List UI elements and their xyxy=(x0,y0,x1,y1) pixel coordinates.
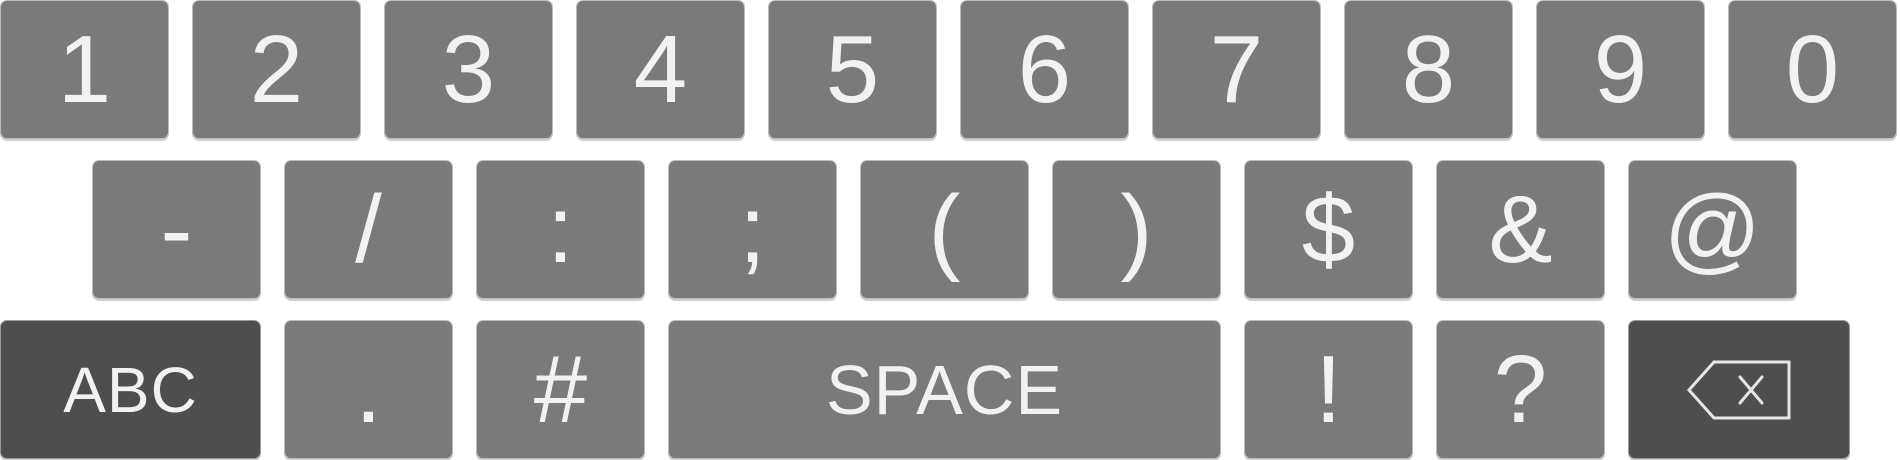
key-period[interactable]: . xyxy=(284,320,453,459)
key-label: 1 xyxy=(57,15,112,123)
key-label: / xyxy=(355,175,382,283)
key-label: 4 xyxy=(633,15,688,123)
key-label: . xyxy=(355,335,382,443)
key-label: 7 xyxy=(1209,15,1264,123)
key-6[interactable]: 6 xyxy=(960,0,1129,139)
space-bar[interactable]: SPACE xyxy=(668,320,1221,459)
key-label: 8 xyxy=(1401,15,1456,123)
key-right-paren[interactable]: ) xyxy=(1052,160,1221,299)
key-label: : xyxy=(547,175,574,283)
key-hyphen[interactable]: - xyxy=(92,160,261,299)
backspace-icon xyxy=(1686,360,1791,419)
key-8[interactable]: 8 xyxy=(1344,0,1513,139)
key-2[interactable]: 2 xyxy=(192,0,361,139)
key-label: $ xyxy=(1301,175,1356,283)
key-ampersand[interactable]: & xyxy=(1436,160,1605,299)
key-label: 6 xyxy=(1017,15,1072,123)
backspace-button[interactable] xyxy=(1628,320,1850,459)
key-7[interactable]: 7 xyxy=(1152,0,1321,139)
key-left-paren[interactable]: ( xyxy=(860,160,1029,299)
key-slash[interactable]: / xyxy=(284,160,453,299)
key-5[interactable]: 5 xyxy=(768,0,937,139)
key-label: & xyxy=(1488,175,1553,283)
key-label: ) xyxy=(1120,175,1153,283)
key-dollar[interactable]: $ xyxy=(1244,160,1413,299)
key-label: 9 xyxy=(1593,15,1648,123)
key-label: ; xyxy=(739,175,766,283)
key-0[interactable]: 0 xyxy=(1728,0,1897,139)
key-label: ( xyxy=(928,175,961,283)
key-label: ! xyxy=(1315,335,1342,443)
key-label: ? xyxy=(1493,335,1548,443)
key-at[interactable]: @ xyxy=(1628,160,1797,299)
key-1[interactable]: 1 xyxy=(0,0,169,139)
key-label: 5 xyxy=(825,15,880,123)
key-hash[interactable]: # xyxy=(476,320,645,459)
key-colon[interactable]: : xyxy=(476,160,645,299)
key-label: - xyxy=(160,175,193,283)
key-9[interactable]: 9 xyxy=(1536,0,1705,139)
key-3[interactable]: 3 xyxy=(384,0,553,139)
key-label: 0 xyxy=(1785,15,1840,123)
key-label: 3 xyxy=(441,15,496,123)
abc-button[interactable]: ABC xyxy=(0,320,261,459)
key-semicolon[interactable]: ; xyxy=(668,160,837,299)
key-label: 2 xyxy=(249,15,304,123)
abc-label: ABC xyxy=(63,353,198,426)
key-4[interactable]: 4 xyxy=(576,0,745,139)
space-label: SPACE xyxy=(825,350,1064,429)
key-label: @ xyxy=(1663,175,1762,283)
key-label: # xyxy=(533,335,588,443)
key-exclamation[interactable]: ! xyxy=(1244,320,1413,459)
key-question[interactable]: ? xyxy=(1436,320,1605,459)
